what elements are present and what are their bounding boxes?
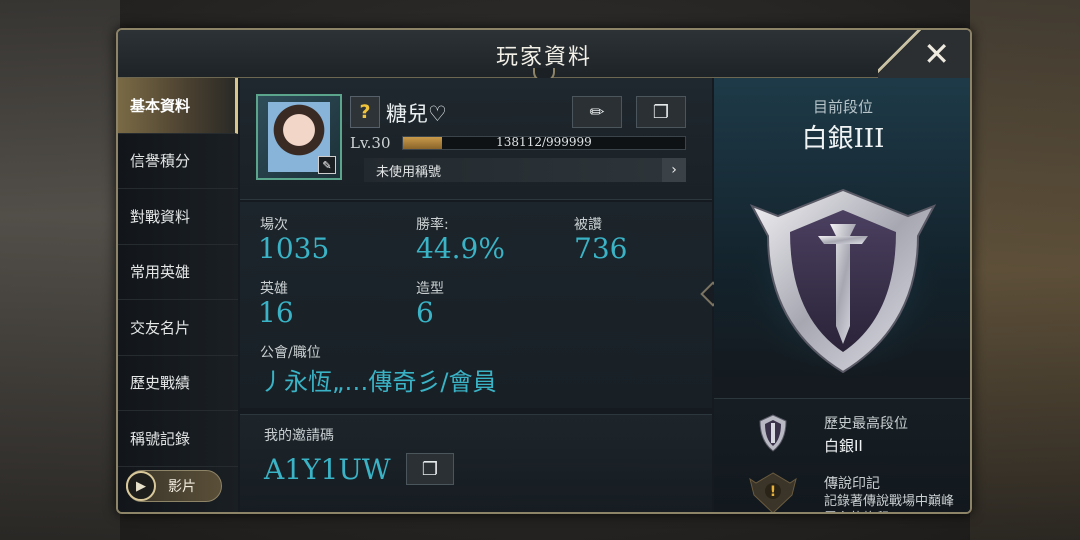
- legend-mark-icon: !: [748, 471, 798, 512]
- praised-value: 736: [574, 232, 628, 265]
- profile-center: ✎ ? 糖兒♡ ✏ ❐ Lv.30 138112/999999 未使用稱號 › …: [240, 78, 712, 512]
- current-rank-name: 白銀III: [801, 124, 885, 154]
- play-icon: ▶: [126, 471, 156, 501]
- matches-label: 場次: [260, 217, 288, 233]
- heroes-label: 英雄: [260, 281, 288, 297]
- guild-label: 公會/職位: [260, 345, 321, 361]
- player-title-selector[interactable]: 未使用稱號 ›: [364, 158, 686, 182]
- skins-value: 6: [416, 296, 434, 329]
- copy-icon: ❐: [421, 458, 439, 480]
- legend-mark-title: 傳說印記: [824, 476, 880, 492]
- video-button[interactable]: ▶ 影片: [126, 470, 222, 502]
- matches-value: 1035: [258, 232, 330, 265]
- sidebar-item-battle-data[interactable]: 對戰資料: [118, 189, 238, 245]
- copy-icon: ❐: [652, 101, 670, 123]
- stats-section: 場次 1035 勝率: 44.9% 被讚 736 英雄 16 造型 6 公會/職…: [240, 202, 712, 408]
- winrate-label: 勝率:: [416, 217, 449, 233]
- rank-badge[interactable]: ?: [350, 96, 380, 128]
- sidebar-item-match-history[interactable]: 歷史戰績: [118, 356, 238, 411]
- profile-header: ✎ ? 糖兒♡ ✏ ❐ Lv.30 138112/999999 未使用稱號 ›: [240, 78, 712, 200]
- highest-rank-value: 白銀II: [824, 437, 863, 455]
- sidebar: 基本資料 信譽積分 對戰資料 常用英雄 交友名片 歷史戰績 稱號記錄 ▶ 影片: [118, 78, 238, 512]
- sidebar-item-basic-info[interactable]: 基本資料: [118, 78, 238, 134]
- copy-invite-code-button[interactable]: ❐: [406, 453, 454, 485]
- invite-code-value: A1Y1UW: [264, 453, 391, 486]
- video-label: 影片: [168, 479, 196, 495]
- player-profile-panel: 玩家資料 ✕ 基本資料 信譽積分 對戰資料 常用英雄 交友名片 歷史戰績 稱號記…: [116, 28, 972, 514]
- skins-label: 造型: [416, 281, 444, 297]
- sidebar-item-title-records[interactable]: 稱號記錄: [118, 411, 238, 467]
- close-icon: ✕: [923, 35, 950, 73]
- background-right: [970, 0, 1080, 540]
- svg-text:!: !: [770, 484, 776, 500]
- invite-code-section: 我的邀請碼 A1Y1UW ❐: [240, 414, 712, 512]
- heroes-value: 16: [258, 296, 294, 329]
- winrate-value: 44.9%: [416, 232, 505, 265]
- small-shield-icon: [756, 413, 790, 453]
- player-title-text: 未使用稱號: [376, 164, 442, 180]
- chevron-right-icon[interactable]: ›: [662, 158, 686, 182]
- xp-text: 138112/999999: [496, 135, 592, 149]
- current-rank-label: 目前段位: [812, 98, 873, 116]
- sidebar-item-credit-score[interactable]: 信譽積分: [118, 134, 238, 189]
- background-left: [0, 0, 120, 540]
- highest-rank-label: 歷史最高段位: [824, 416, 908, 432]
- player-level: Lv.30: [350, 134, 391, 152]
- invite-code-label: 我的邀請碼: [264, 428, 334, 444]
- pencil-icon: ✏: [589, 101, 605, 123]
- praised-label: 被讚: [574, 217, 602, 233]
- xp-progress-bar: 138112/999999: [402, 135, 686, 150]
- sidebar-item-friend-card[interactable]: 交友名片: [118, 300, 238, 356]
- sidebar-item-common-heroes[interactable]: 常用英雄: [118, 245, 238, 300]
- guild-value: 丿永恆„…傳奇彡/會員: [260, 368, 497, 396]
- silver-rank-shield-icon: [738, 176, 948, 386]
- copy-profile-button[interactable]: ❐: [636, 96, 686, 128]
- title-bar: 玩家資料 ✕: [118, 30, 970, 82]
- avatar[interactable]: ✎: [256, 94, 342, 180]
- player-name: 糖兒♡: [386, 102, 447, 126]
- legend-mark-description: 記錄著傳說戰場中巔峰霸主的烙印: [824, 494, 955, 512]
- edit-name-button[interactable]: ✏: [572, 96, 622, 128]
- rank-history-section: 歷史最高段位 白銀II ! 傳說印記 記錄著傳說戰場中巔峰霸主的烙印: [714, 398, 970, 512]
- edit-avatar-icon[interactable]: ✎: [318, 156, 336, 174]
- close-button[interactable]: ✕: [878, 30, 970, 78]
- rank-panel: 目前段位 白銀III 歷史最高段位 白銀II ! 傳說印記 記錄著傳說戰場中巔峰: [714, 78, 970, 512]
- window-title: 玩家資料: [495, 45, 592, 70]
